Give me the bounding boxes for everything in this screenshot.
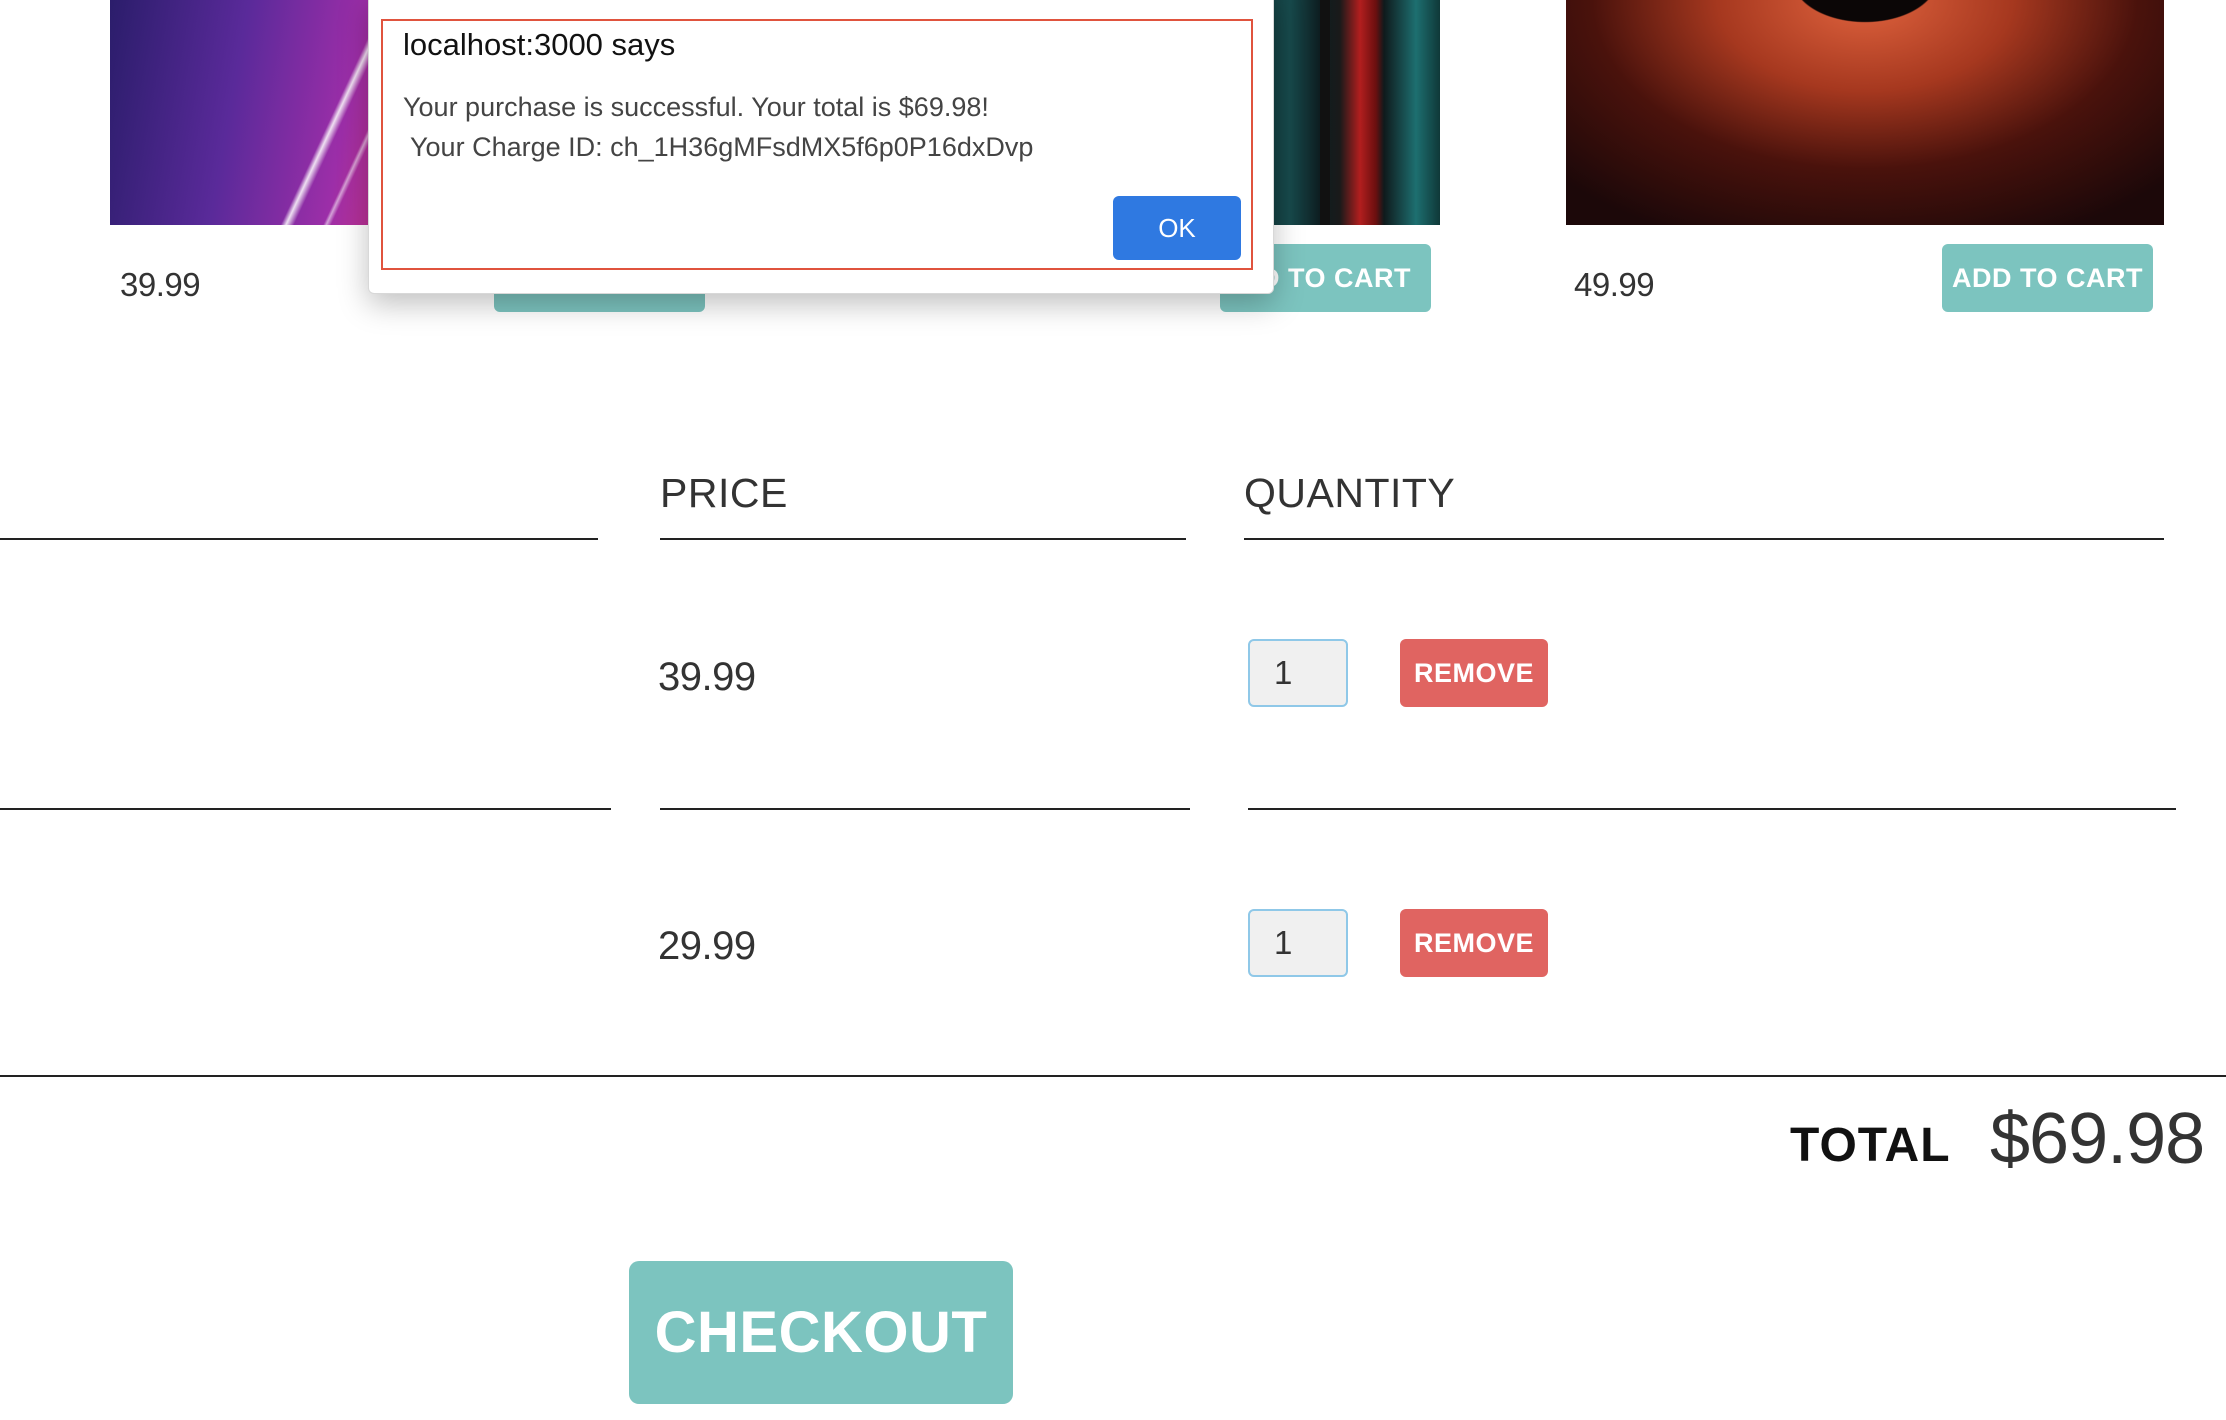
alert-message-line-2: Your Charge ID: ch_1H36gMFsdMX5f6p0P16dx… xyxy=(403,132,1034,162)
cart-row-2-quantity-input[interactable]: 1 xyxy=(1248,909,1348,977)
cart-row-2-price: 29.99 xyxy=(658,924,756,968)
alert-dialog-title: localhost:3000 says xyxy=(403,27,676,62)
total-value: $69.98 xyxy=(1990,1099,2205,1179)
ok-button[interactable]: OK xyxy=(1113,196,1241,260)
product-price-3: 49.99 xyxy=(1574,266,1655,303)
cart-row-2-remove-button[interactable]: REMOVE xyxy=(1400,909,1548,977)
total-divider xyxy=(0,1075,2226,1077)
price-column-header: PRICE xyxy=(660,470,788,516)
row-divider-price xyxy=(660,808,1190,810)
header-divider-quantity xyxy=(1244,538,2164,540)
product-price-1: 39.99 xyxy=(120,266,201,303)
alert-dialog-content: localhost:3000 says Your purchase is suc… xyxy=(381,19,1253,270)
cart-row-1-price: 39.99 xyxy=(658,655,756,699)
alert-message-line-1: Your purchase is successful. Your total … xyxy=(403,92,989,122)
cart-row-1-quantity-input[interactable]: 1 xyxy=(1248,639,1348,707)
cart-row-1-remove-button[interactable]: REMOVE xyxy=(1400,639,1548,707)
alert-dialog-message: Your purchase is successful. Your total … xyxy=(403,87,1033,167)
quantity-column-header: QUANTITY xyxy=(1244,470,1456,516)
total-label: TOTAL xyxy=(1790,1119,1951,1172)
header-divider-item xyxy=(0,538,598,540)
add-to-cart-button-3[interactable]: ADD TO CART xyxy=(1942,244,2153,312)
header-divider-price xyxy=(660,538,1186,540)
row-divider-quantity xyxy=(1248,808,2176,810)
row-divider-item xyxy=(0,808,611,810)
alert-dialog: localhost:3000 says Your purchase is suc… xyxy=(368,0,1274,294)
product-image-3 xyxy=(1566,0,2164,225)
checkout-button[interactable]: CHECKOUT xyxy=(629,1261,1013,1404)
